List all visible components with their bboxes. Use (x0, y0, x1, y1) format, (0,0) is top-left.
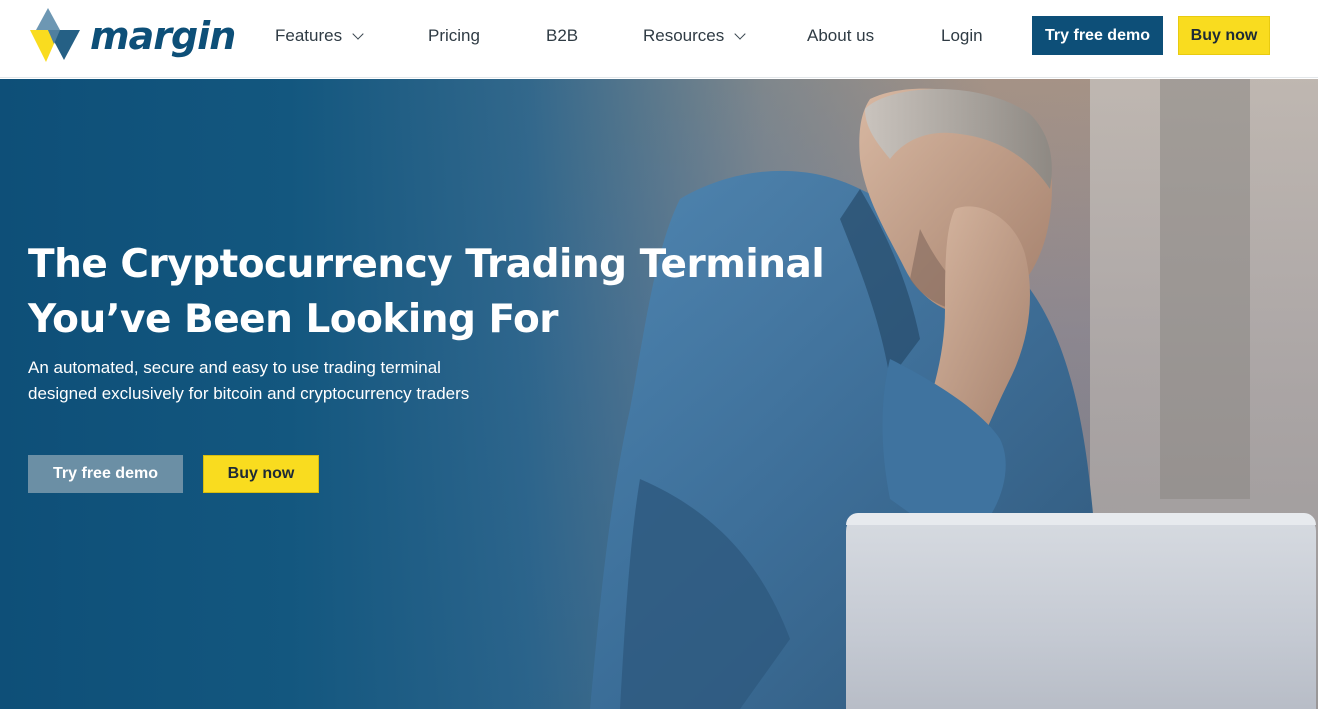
nav-about-us-label: About us (807, 26, 875, 45)
header-buy-now-button[interactable]: Buy now (1178, 16, 1270, 55)
chevron-down-icon (734, 27, 746, 40)
hero-subtitle-line-2: designed exclusively for bitcoin and cry… (28, 384, 470, 403)
nav-about-us[interactable]: About us (807, 24, 874, 48)
nav-features[interactable]: Features (275, 24, 364, 48)
site-header: margin Features Pricing B2B Resources Ab… (0, 0, 1318, 78)
hero-subtitle-line-1: An automated, secure and easy to use tra… (28, 358, 441, 377)
hero-try-demo-button[interactable]: Try free demo (28, 455, 183, 493)
margin-logo-icon (30, 8, 80, 62)
nav-pricing-label: Pricing (428, 26, 480, 45)
hero-background-column (1160, 79, 1250, 499)
nav-features-label: Features (275, 26, 343, 45)
hero-laptop-image (846, 513, 1316, 709)
logo-link[interactable]: margin (28, 6, 236, 68)
header-try-demo-button[interactable]: Try free demo (1032, 16, 1163, 55)
hero-buy-now-button[interactable]: Buy now (203, 455, 319, 493)
logo-wordmark: margin (90, 14, 236, 58)
hero-subtitle: An automated, secure and easy to use tra… (28, 355, 548, 407)
nav-b2b[interactable]: B2B (546, 24, 578, 48)
hero-title-line-2: You’ve Been Looking For (28, 297, 559, 342)
hero-section: The Cryptocurrency Trading Terminal You’… (0, 79, 1318, 709)
nav-pricing[interactable]: Pricing (428, 24, 480, 48)
nav-login-label: Login (941, 26, 983, 45)
chevron-down-icon (352, 27, 364, 40)
hero-laptop-edge (846, 513, 1316, 525)
nav-login[interactable]: Login (941, 24, 983, 48)
nav-b2b-label: B2B (546, 26, 579, 45)
nav-resources[interactable]: Resources (643, 24, 746, 48)
nav-resources-label: Resources (643, 26, 725, 45)
hero-title: The Cryptocurrency Trading Terminal You’… (28, 237, 825, 347)
hero-title-line-1: The Cryptocurrency Trading Terminal (28, 242, 825, 287)
